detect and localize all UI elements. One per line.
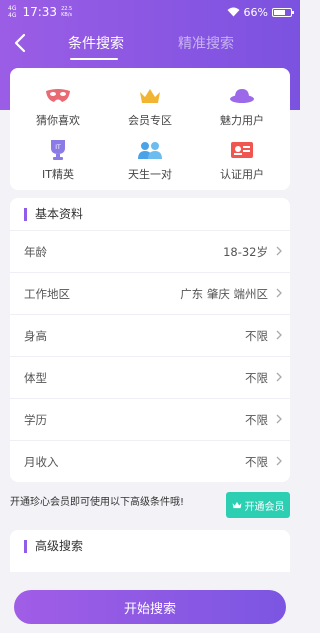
- filter-label: 月收入: [24, 454, 59, 469]
- filter-row-body-type[interactable]: 体型 不限: [10, 356, 290, 398]
- tab-condition-search[interactable]: 条件搜索: [68, 33, 124, 53]
- network-speed: 22.5 KB/s: [61, 6, 72, 18]
- signal-indicator: 4G 4G: [8, 5, 16, 19]
- vip-promo-text: 开通珍心会员即可使用以下高级条件哦!: [10, 497, 185, 508]
- svg-text:IT: IT: [55, 144, 61, 151]
- filter-row-age[interactable]: 年龄 18-32岁: [10, 230, 290, 272]
- chevron-right-icon: [276, 456, 282, 466]
- wifi-icon: [227, 7, 240, 17]
- category-it-elite[interactable]: IT IT精英: [23, 138, 93, 182]
- section-title-advanced: 高级搜索: [24, 540, 83, 553]
- chevron-right-icon: [276, 372, 282, 382]
- open-vip-button[interactable]: 开通会员: [226, 492, 290, 518]
- filter-row-education[interactable]: 学历 不限: [10, 398, 290, 440]
- category-label: IT精英: [42, 168, 74, 181]
- filter-label: 工作地区: [24, 286, 70, 301]
- mask-icon: [44, 84, 72, 108]
- filter-label: 身高: [24, 328, 47, 343]
- category-label: 天生一对: [128, 168, 172, 181]
- crown-icon: [136, 84, 164, 108]
- filter-label: 年龄: [24, 244, 47, 259]
- trophy-icon: IT: [44, 138, 72, 162]
- category-grid: 猜你喜欢 会员专区 魅力用户 IT IT精英 天生一对 认证用户: [10, 68, 290, 190]
- active-tab-indicator: [70, 58, 118, 60]
- category-vip-zone[interactable]: 会员专区: [115, 84, 185, 128]
- category-label: 魅力用户: [220, 114, 264, 127]
- filter-row-work-area[interactable]: 工作地区 广东 肇庆 端州区: [10, 272, 290, 314]
- chevron-right-icon: [276, 246, 282, 256]
- couple-icon: [136, 138, 164, 162]
- hat-icon: [228, 84, 256, 108]
- category-verified-users[interactable]: 认证用户: [207, 138, 277, 182]
- chevron-right-icon: [276, 330, 282, 340]
- clock: 17:33: [22, 5, 58, 19]
- start-search-button[interactable]: 开始搜索: [14, 590, 286, 624]
- open-vip-label: 开通会员: [244, 501, 285, 513]
- filter-row-height[interactable]: 身高 不限: [10, 314, 290, 356]
- section-title-basic: 基本资料: [24, 208, 83, 221]
- filter-value: 广东 肇庆 端州区: [180, 286, 268, 301]
- category-charm-users[interactable]: 魅力用户: [207, 84, 277, 128]
- top-nav: 条件搜索 精准搜索: [0, 28, 300, 58]
- category-guess-you-like[interactable]: 猜你喜欢: [23, 84, 93, 128]
- category-label: 认证用户: [220, 168, 264, 181]
- filter-value: 18-32岁: [223, 244, 268, 259]
- signal-label: 4G: [8, 5, 17, 12]
- speed-unit: KB/s: [61, 12, 73, 18]
- crown-icon: [232, 501, 241, 509]
- category-label: 猜你喜欢: [36, 114, 80, 127]
- filter-value: 不限: [245, 328, 268, 343]
- category-perfect-match[interactable]: 天生一对: [115, 138, 185, 182]
- filter-value: 不限: [245, 454, 268, 469]
- filter-row-monthly-income[interactable]: 月收入 不限: [10, 440, 290, 482]
- filter-label: 体型: [24, 370, 47, 385]
- filter-label: 学历: [24, 412, 47, 427]
- filter-value: 不限: [245, 412, 268, 427]
- id-card-icon: [228, 138, 256, 162]
- filter-value: 不限: [245, 370, 268, 385]
- status-bar: 4G 4G 17:33 22.5 KB/s 66%: [0, 0, 300, 24]
- start-search-label: 开始搜索: [123, 601, 176, 617]
- signal-label: 4G: [8, 12, 17, 19]
- battery-icon: [272, 7, 294, 17]
- chevron-right-icon: [276, 414, 282, 424]
- chevron-right-icon: [276, 288, 282, 298]
- battery-percent: 66%: [243, 5, 268, 19]
- back-arrow-icon[interactable]: [10, 31, 32, 55]
- basic-info-card: 基本资料 年龄 18-32岁 工作地区 广东 肇庆 端州区 身高 不限 体型 不…: [10, 198, 290, 482]
- category-label: 会员专区: [128, 114, 172, 127]
- tab-precise-search[interactable]: 精准搜索: [178, 33, 234, 53]
